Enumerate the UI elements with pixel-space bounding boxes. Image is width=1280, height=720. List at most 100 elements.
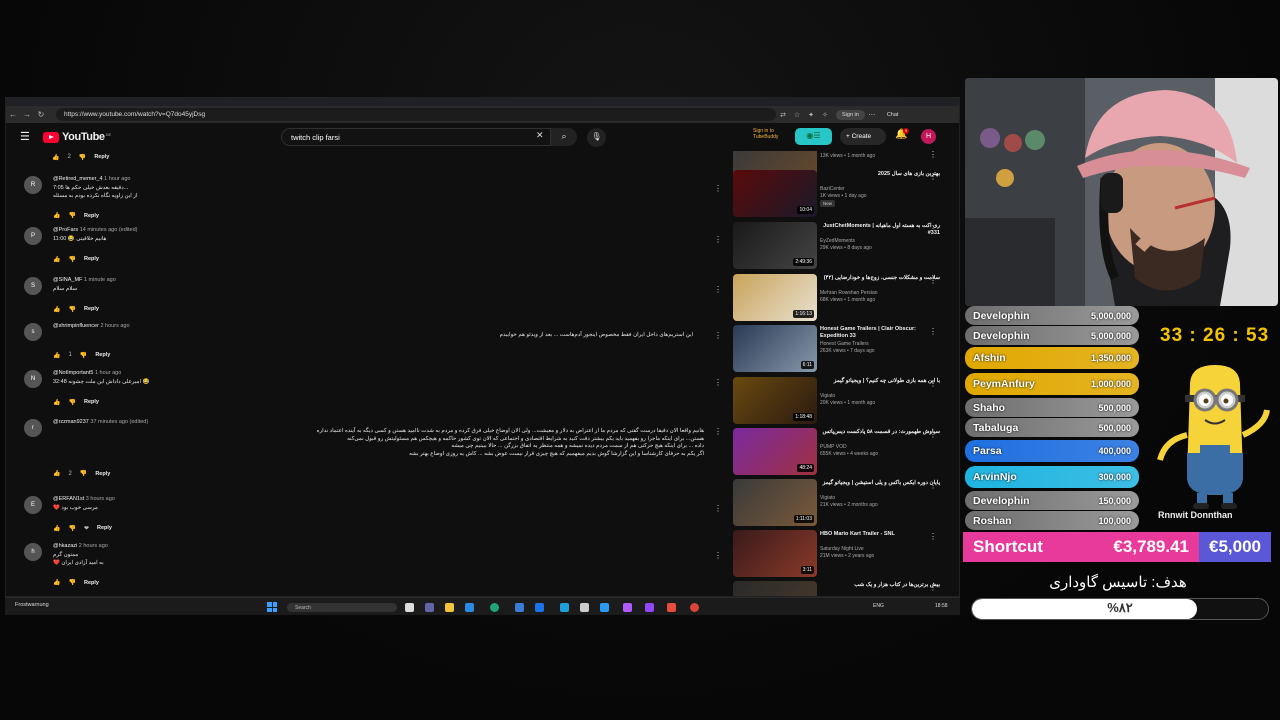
search-input[interactable]: twitch clip farsi <box>281 128 551 146</box>
chrome-icon[interactable] <box>690 603 699 612</box>
clear-search-icon[interactable]: ✕ <box>536 130 544 141</box>
extension-icon[interactable]: ✦ <box>804 111 818 119</box>
more-icon[interactable]: ⋮ <box>714 184 722 193</box>
video-thumbnail[interactable]: 6:11 <box>733 325 817 372</box>
video-thumbnail[interactable]: 1:16:13 <box>733 274 817 321</box>
video-item[interactable]: 1:18:48 با این همه بازی طولانی چه کنیم؟ |… <box>733 377 959 427</box>
youtube-logo[interactable]: YouTube DE <box>43 131 111 143</box>
app-icon-1[interactable] <box>515 603 524 612</box>
taskbar-search[interactable]: Search <box>287 603 397 612</box>
comment-author[interactable]: @NotImportant5 <box>53 370 93 376</box>
reply-button[interactable]: Reply <box>84 213 99 219</box>
video-item[interactable]: 1:11:03 پایان دوره ایکس باکس و پلی استیشن… <box>733 479 959 529</box>
video-channel[interactable]: Vigiato <box>820 393 835 399</box>
video-thumbnail[interactable]: 3:11 <box>733 530 817 577</box>
tubebuddy-extension-button[interactable]: ◉☰ <box>795 128 832 145</box>
comment-author[interactable]: @SINA_MF <box>53 277 82 283</box>
more-icon[interactable]: ⋮ <box>714 285 722 294</box>
commenter-avatar[interactable]: N <box>24 370 42 388</box>
more-icon[interactable]: ⋮ <box>929 276 937 285</box>
menu-icon[interactable]: ☰ <box>20 130 30 143</box>
like-icon[interactable]: 👍 <box>53 470 60 477</box>
video-channel[interactable]: Vigiato <box>820 495 835 501</box>
tab-strip[interactable] <box>6 98 959 106</box>
commenter-avatar[interactable]: E <box>24 496 42 514</box>
forward-icon[interactable]: → <box>20 110 34 119</box>
reply-button[interactable]: Reply <box>84 306 99 312</box>
app-icon-5[interactable] <box>623 603 632 612</box>
like-icon[interactable]: 👍 <box>53 525 60 532</box>
commenter-avatar[interactable]: s <box>24 323 42 341</box>
video-thumbnail[interactable] <box>733 581 817 596</box>
teams-icon[interactable] <box>425 603 434 612</box>
more-icon[interactable]: ⋮ <box>714 504 722 513</box>
video-channel[interactable]: PUMP VOD <box>820 444 847 450</box>
more-icon[interactable]: ⋮ <box>929 583 937 592</box>
video-title[interactable]: ری اکت به هسته اول ماهیانه | JustChetMom… <box>820 223 940 237</box>
taskbar-clock[interactable]: 18:58 <box>935 603 948 609</box>
more-icon[interactable]: ⋮ <box>929 172 937 181</box>
explorer-icon[interactable] <box>445 603 454 612</box>
commenter-avatar[interactable]: R <box>24 176 42 194</box>
reload-icon[interactable]: ↻ <box>34 110 48 119</box>
app-icon-2[interactable] <box>535 603 544 612</box>
video-thumbnail[interactable]: 10:04 <box>733 170 817 217</box>
language-indicator[interactable]: ENG <box>873 603 884 609</box>
like-icon[interactable]: 👍 <box>53 256 60 263</box>
video-item[interactable]: بیش برترین‌ها در کتاب هزار و یک شب ⋮ <box>733 581 959 596</box>
store-icon[interactable] <box>465 603 474 612</box>
comment-time[interactable]: 1 hour ago <box>104 176 130 182</box>
reply-button[interactable]: Reply <box>84 256 99 262</box>
video-title[interactable]: سیاوش طهمورث: در قسمت ۵۸ پادکست دیس‌پاتس <box>820 429 940 436</box>
more-icon[interactable]: ⋮ <box>929 430 937 439</box>
video-title[interactable]: سلامت و مشکلات جنسی، زوج‌ها و خودارضایی … <box>820 275 940 282</box>
edge-icon[interactable] <box>490 603 499 612</box>
dislike-icon[interactable]: 👎 <box>68 256 75 263</box>
comment-author[interactable]: @rzzman9237 <box>53 419 89 425</box>
app-icon-6[interactable] <box>667 603 676 612</box>
weather-widget[interactable]: Frostwarnung <box>15 602 49 608</box>
comment-author[interactable]: @Retired_memer_4 <box>53 176 103 182</box>
task-view-icon[interactable] <box>405 603 414 612</box>
like-icon[interactable]: 👍 <box>52 154 59 161</box>
video-item[interactable]: 1:16:13 سلامت و مشکلات جنسی، زوج‌ها و خود… <box>733 274 959 324</box>
reply-button[interactable]: Reply <box>97 525 112 531</box>
create-button[interactable]: + Create <box>840 128 886 145</box>
windows-icon[interactable] <box>267 602 277 612</box>
reply-button[interactable]: Reply <box>84 399 99 405</box>
video-item[interactable]: 2:49:36 ری اکت به هسته اول ماهیانه | Just… <box>733 222 959 272</box>
comment-author[interactable]: @shrimpinfluencer <box>53 323 99 329</box>
video-item[interactable]: 10:04 بهترین بازی های سال 2025 BaziCenter 1… <box>733 170 959 220</box>
browser-menu-icon[interactable]: ⋯ <box>865 111 879 119</box>
more-icon[interactable]: ⋮ <box>714 427 722 436</box>
dislike-icon[interactable]: 👎 <box>68 525 75 532</box>
heart-icon[interactable]: ❤ <box>84 525 89 532</box>
browser-signin-button[interactable]: Sign in <box>836 109 865 120</box>
like-icon[interactable]: 👍 <box>53 579 60 586</box>
video-item[interactable]: 48:24 سیاوش طهمورث: در قسمت ۵۸ پادکست دیس… <box>733 428 959 478</box>
dislike-icon[interactable]: 👎 <box>68 306 75 313</box>
comment-author[interactable]: @hkazazi <box>53 543 77 549</box>
comment-time[interactable]: 1 hour ago <box>95 370 121 376</box>
more-icon[interactable]: ⋮ <box>714 551 722 560</box>
like-icon[interactable]: 👍 <box>53 212 60 219</box>
tubebuddy-signin-link[interactable]: Sign in to TubeBuddy <box>753 128 793 140</box>
reply-button[interactable]: Reply <box>94 154 109 161</box>
reply-button[interactable]: Reply <box>84 580 99 586</box>
more-icon[interactable]: ⋮ <box>929 327 937 336</box>
more-icon[interactable]: ⋮ <box>929 151 937 159</box>
comment-time[interactable]: 3 hours ago <box>86 496 115 502</box>
reply-button[interactable]: Reply <box>95 471 110 477</box>
video-channel[interactable]: EyZedMoments <box>820 238 855 244</box>
video-channel[interactable]: Honest Game Trailers <box>820 341 869 347</box>
dislike-icon[interactable]: 👎 <box>80 352 87 359</box>
video-title[interactable]: Honest Game Trailers | Clair Obscur: Exp… <box>820 326 940 340</box>
video-title[interactable]: بهترین بازی های سال 2025 <box>820 171 940 178</box>
like-icon[interactable]: 👍 <box>53 399 60 406</box>
app-icon-4[interactable] <box>580 603 589 612</box>
url-field[interactable]: https://www.youtube.com/watch?v=Q7do45yj… <box>56 108 776 121</box>
video-title[interactable]: HBO Mario Kart Trailer - SNL <box>820 531 940 538</box>
video-item[interactable]: 6:11 Honest Game Trailers | Clair Obscur:… <box>733 325 959 375</box>
search-button[interactable]: ⌕ <box>551 128 577 146</box>
video-title[interactable]: با این همه بازی طولانی چه کنیم؟ | ویجیات… <box>820 378 940 385</box>
